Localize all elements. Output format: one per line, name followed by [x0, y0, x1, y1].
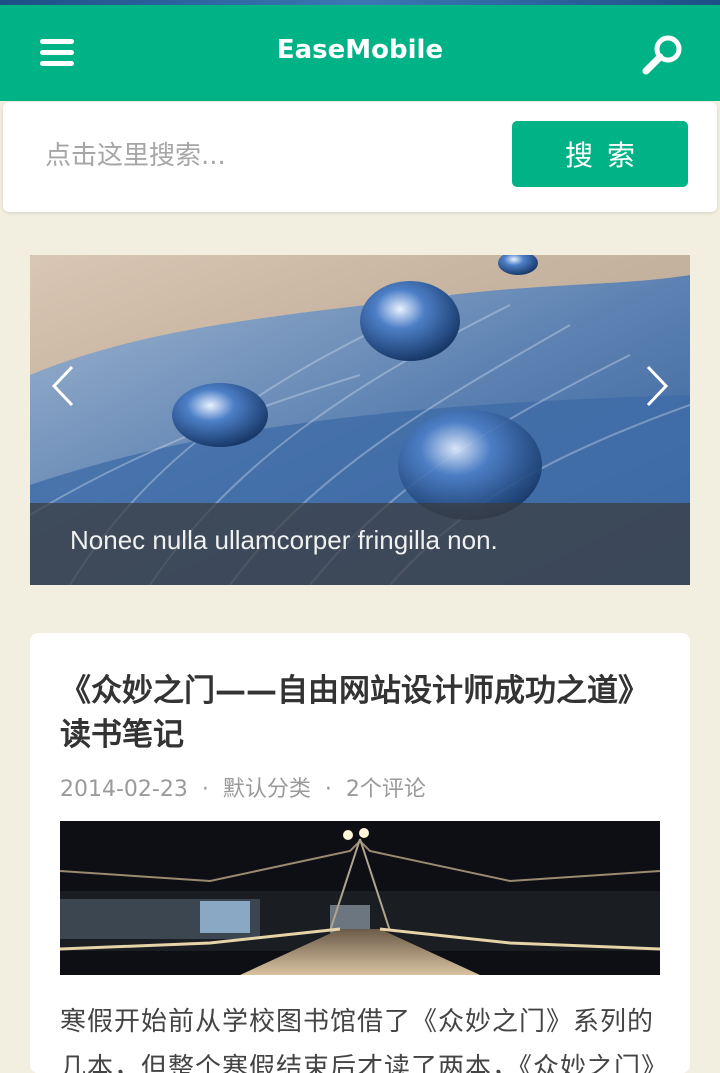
bridge-night-image [60, 821, 660, 975]
post-date: 2014-02-23 [60, 777, 188, 802]
chevron-right-icon [646, 365, 669, 407]
image-slider[interactable]: Nonec nulla ullamcorper fringilla non. [30, 255, 690, 585]
chevron-left-icon [51, 365, 74, 407]
post-meta: 2014-02-23 · 默认分类 · 2个评论 [60, 771, 426, 803]
slide-caption-bar: Nonec nulla ullamcorper fringilla non. [30, 503, 690, 585]
meta-separator: · [324, 777, 332, 802]
search-submit-button[interactable]: 搜索 [512, 121, 688, 187]
search-icon [642, 35, 682, 75]
slider-next-button[interactable] [636, 363, 676, 409]
post-title[interactable]: 《众妙之门——自由网站设计师成功之道》读书笔记 [60, 669, 670, 757]
slide-caption: Nonec nulla ullamcorper fringilla non. [70, 525, 498, 555]
search-input[interactable] [43, 132, 487, 180]
app-bar: EaseMobile [0, 5, 720, 101]
post-comments-link[interactable]: 2个评论 [346, 777, 426, 802]
header-search-button[interactable] [638, 31, 686, 79]
post-category-link[interactable]: 默认分类 [223, 777, 311, 802]
meta-separator: · [201, 777, 209, 802]
post-excerpt: 寒假开始前从学校图书馆借了《众妙之门》系列的几本，但整个寒假结束后才读了两本，《… [60, 1007, 669, 1073]
app-title: EaseMobile [276, 35, 444, 65]
slider-prev-button[interactable] [44, 363, 84, 409]
search-panel: 搜索 [3, 102, 717, 212]
post-thumbnail[interactable] [60, 821, 660, 975]
post-card: 《众妙之门——自由网站设计师成功之道》读书笔记 2014-02-23 · 默认分类 ·… [30, 633, 690, 1073]
